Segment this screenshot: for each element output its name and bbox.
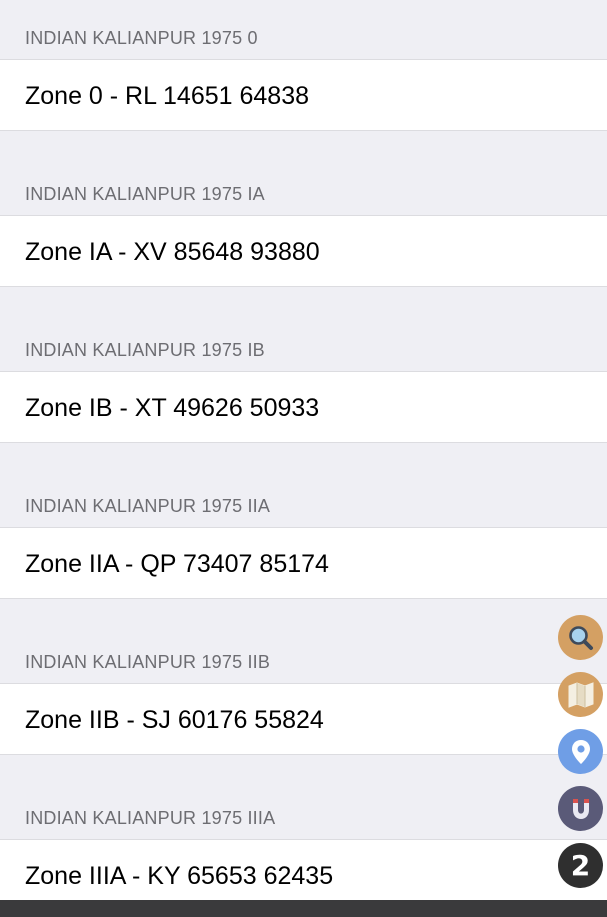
section-header: INDIAN KALIANPUR 1975 IIB bbox=[25, 652, 271, 672]
location-button[interactable] bbox=[558, 729, 603, 774]
search-button[interactable] bbox=[558, 615, 603, 660]
section-zone-iib: INDIAN KALIANPUR 1975 IIB Zone IIB - SJ … bbox=[0, 624, 607, 780]
list-item[interactable]: Zone IIA - QP 73407 85174 bbox=[0, 527, 607, 599]
section-header: INDIAN KALIANPUR 1975 IIIA bbox=[25, 808, 276, 828]
section-zone-0: INDIAN KALIANPUR 1975 0 Zone 0 - RL 1465… bbox=[0, 0, 607, 156]
section-zone-ib: INDIAN KALIANPUR 1975 IB Zone IB - XT 49… bbox=[0, 312, 607, 468]
section-header: INDIAN KALIANPUR 1975 IB bbox=[25, 340, 265, 360]
magnet-button[interactable] bbox=[558, 786, 603, 831]
map-button[interactable] bbox=[558, 672, 603, 717]
section-header: INDIAN KALIANPUR 1975 IA bbox=[25, 184, 265, 204]
number-badge-button[interactable]: 2 bbox=[558, 843, 603, 888]
coordinate-value: Zone IA - XV 85648 93880 bbox=[25, 238, 320, 266]
section-zone-ia: INDIAN KALIANPUR 1975 IA Zone IA - XV 85… bbox=[0, 156, 607, 312]
search-icon bbox=[568, 625, 593, 650]
screen: INDIAN KALIANPUR 1975 0 Zone 0 - RL 1465… bbox=[0, 0, 607, 917]
list-item[interactable]: Zone IIB - SJ 60176 55824 bbox=[0, 683, 607, 755]
coordinate-value: Zone IIIA - KY 65653 62435 bbox=[25, 862, 334, 890]
magnet-icon bbox=[572, 798, 589, 819]
bottom-toolbar bbox=[0, 900, 607, 917]
section-header: INDIAN KALIANPUR 1975 0 bbox=[25, 28, 258, 48]
number-badge-icon: 2 bbox=[570, 848, 591, 882]
coordinate-value: Zone 0 - RL 14651 64838 bbox=[25, 82, 310, 110]
section-zone-iia: INDIAN KALIANPUR 1975 IIA Zone IIA - QP … bbox=[0, 468, 607, 624]
map-icon bbox=[568, 681, 593, 708]
section-zone-iiia: INDIAN KALIANPUR 1975 IIIA Zone IIIA - K… bbox=[0, 780, 607, 917]
location-pin-icon bbox=[571, 739, 590, 764]
coordinate-value: Zone IIA - QP 73407 85174 bbox=[25, 550, 329, 578]
coordinate-value: Zone IB - XT 49626 50933 bbox=[25, 394, 320, 422]
list-item[interactable]: Zone 0 - RL 14651 64838 bbox=[0, 59, 607, 131]
section-header: INDIAN KALIANPUR 1975 IIA bbox=[25, 496, 271, 516]
coordinate-value: Zone IIB - SJ 60176 55824 bbox=[25, 706, 324, 734]
list-item[interactable]: Zone IA - XV 85648 93880 bbox=[0, 215, 607, 287]
list-item[interactable]: Zone IB - XT 49626 50933 bbox=[0, 371, 607, 443]
